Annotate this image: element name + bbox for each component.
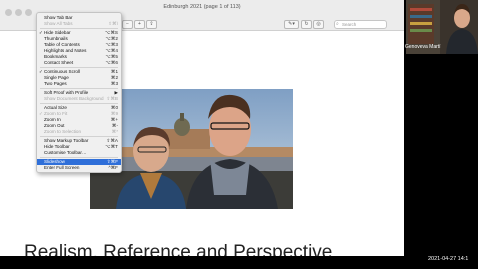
- menu-separator: [40, 88, 118, 89]
- menu-separator: [40, 103, 118, 104]
- markup-pen-button[interactable]: ✎▾: [284, 20, 299, 29]
- menu-item-show-document-background[interactable]: Show Document Background ⇧⌘B: [37, 96, 121, 102]
- window-title: Edinburgh 2021 (page 1 of 113): [163, 4, 241, 10]
- zoom-out-button[interactable]: −: [122, 20, 133, 29]
- bottom-bar: [0, 256, 404, 269]
- zoom-in-button[interactable]: +: [134, 20, 145, 29]
- menu-item-enter-full-screen[interactable]: Enter Full Screen ^⌘F: [37, 165, 121, 171]
- menu-separator: [40, 157, 118, 158]
- markup-button[interactable]: ◎: [313, 20, 324, 29]
- participant-name: Genoveva Martí: [405, 44, 441, 50]
- zoom-window-button[interactable]: [25, 9, 32, 16]
- menu-separator: [40, 136, 118, 137]
- menu-separator: [40, 67, 118, 68]
- menu-item-customise-toolbar[interactable]: Customise Toolbar…: [37, 150, 121, 156]
- share-button[interactable]: ⇪: [146, 20, 157, 29]
- view-menu: Show Tab Bar Show All Tabs ⇧⌘\ ✓ Hide Side…: [36, 12, 122, 173]
- search-icon: ⌕: [336, 21, 339, 27]
- minimize-window-button[interactable]: [15, 9, 22, 16]
- menu-item-zoom-to-selection[interactable]: Zoom to Selection ⌘*: [37, 129, 121, 135]
- close-window-button[interactable]: [5, 9, 12, 16]
- search-placeholder: Search: [342, 22, 357, 27]
- menu-item-show-all-tabs[interactable]: Show All Tabs ⇧⌘\: [37, 21, 121, 27]
- search-field[interactable]: ⌕ Search: [334, 20, 387, 29]
- menu-separator: [40, 28, 118, 29]
- menu-item-contact-sheet[interactable]: Contact Sheet ⌥⌘6: [37, 60, 121, 66]
- timestamp: 2021-04-27 14:1: [428, 256, 469, 262]
- slide-heading: Realism, Reference and Perspective: [24, 242, 333, 256]
- rotate-button[interactable]: ↻: [301, 20, 312, 29]
- menu-item-two-pages[interactable]: Two Pages ⌘3: [37, 81, 121, 87]
